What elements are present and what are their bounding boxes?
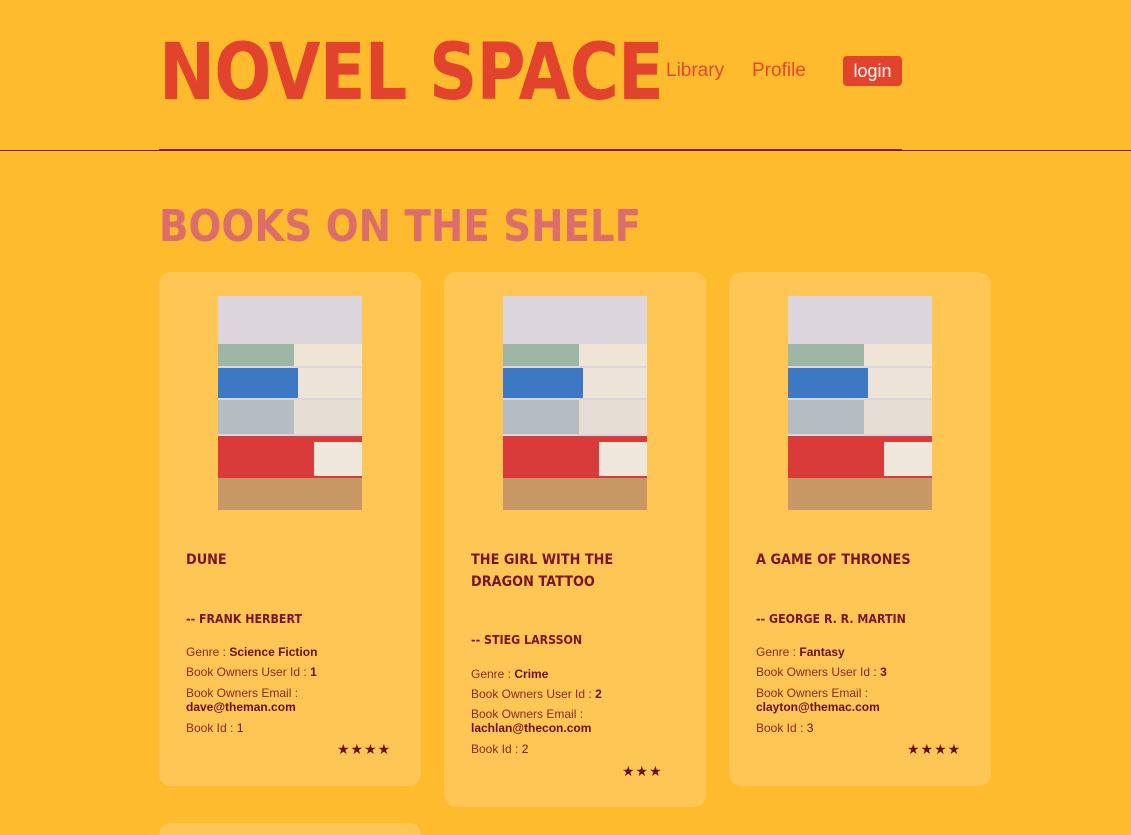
book-owner-id: Book Owners User Id : 2 xyxy=(471,687,602,701)
book-genre: Genre : Fantasy xyxy=(756,645,845,659)
book-owner-email: Book Owners Email : dave@theman.com xyxy=(186,686,299,714)
book-genre: Genre : Crime xyxy=(471,667,549,681)
book-id: Book Id : 2 xyxy=(471,742,529,756)
nav-profile-link[interactable]: Profile xyxy=(752,60,806,82)
star-rating: ★★★★ xyxy=(337,741,392,757)
book-cover-image xyxy=(788,296,932,510)
star-rating: ★★★★ xyxy=(907,741,962,757)
book-title: DUNE xyxy=(186,552,227,568)
book-card[interactable]: DUNE -- FRANK HERBERT Genre : Science Fi… xyxy=(159,272,421,786)
book-owner-email: Book Owners Email : clayton@themac.com xyxy=(756,686,880,714)
star-rating: ★★★ xyxy=(622,763,663,779)
book-owner-id: Book Owners User Id : 1 xyxy=(186,665,317,679)
login-button[interactable]: login xyxy=(843,56,902,86)
book-author: -- STIEG LARSSON xyxy=(471,633,583,647)
book-id: Book Id : 1 xyxy=(186,721,244,735)
book-id: Book Id : 3 xyxy=(756,721,814,735)
nav-library-link[interactable]: Library xyxy=(666,60,724,82)
book-title: THE GIRL WITH THE DRAGON TATTOO xyxy=(471,552,614,590)
book-cover-image xyxy=(503,296,647,510)
page-title: BOOKS ON THE SHELF xyxy=(159,201,642,252)
book-card[interactable]: THE GIRL WITH THE DRAGON TATTOO -- STIEG… xyxy=(444,272,706,807)
book-genre: Genre : Science Fiction xyxy=(186,645,318,659)
book-card[interactable]: A GAME OF THRONES -- GEORGE R. R. MARTIN… xyxy=(729,272,991,786)
book-card[interactable] xyxy=(159,823,421,835)
book-author: -- FRANK HERBERT xyxy=(186,612,303,626)
book-owner-id: Book Owners User Id : 3 xyxy=(756,665,887,679)
site-logo[interactable]: NOVEL SPACE xyxy=(159,28,664,118)
book-title: A GAME OF THRONES xyxy=(756,552,911,568)
book-cover-image xyxy=(218,296,362,510)
book-author: -- GEORGE R. R. MARTIN xyxy=(756,612,906,626)
book-owner-email: Book Owners Email : lachlan@thecon.com xyxy=(471,707,592,735)
